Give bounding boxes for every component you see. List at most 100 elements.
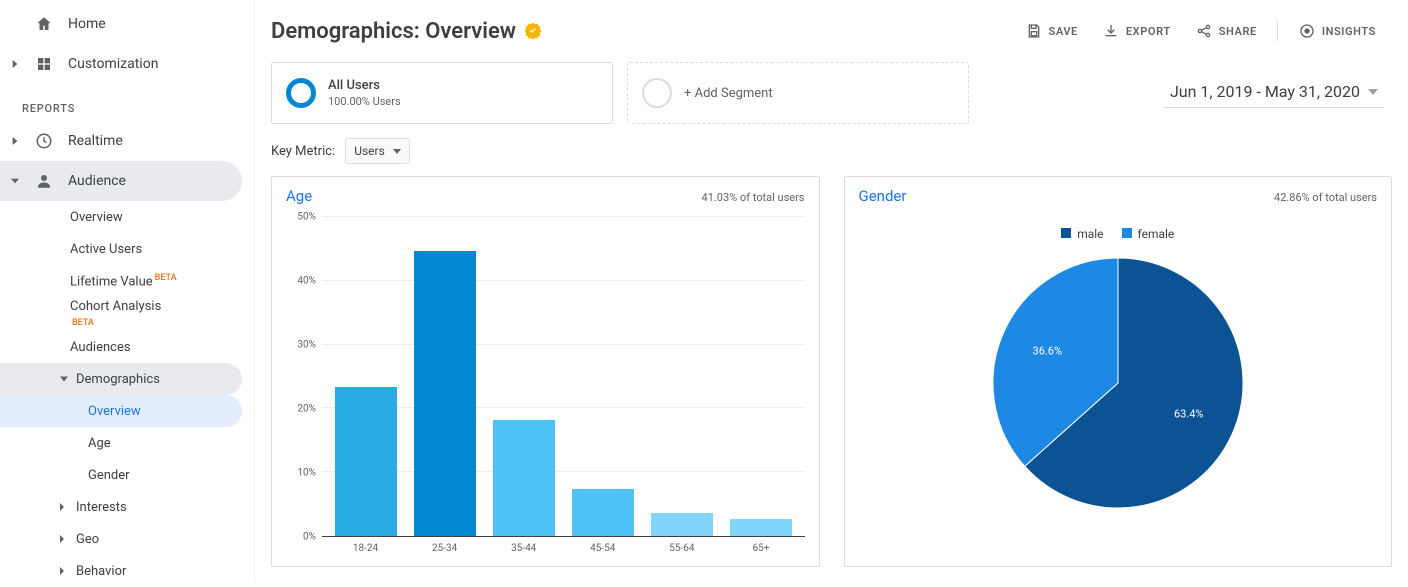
key-metric-row: Key Metric: Users xyxy=(255,128,1408,176)
sidebar-audience[interactable]: Audience xyxy=(0,161,242,201)
key-metric-value: Users xyxy=(354,144,385,158)
save-button[interactable]: SAVE xyxy=(1017,16,1086,46)
titlebar: Demographics: Overview SAVE EXPORT xyxy=(255,0,1408,46)
sidebar-item-demo-overview[interactable]: Overview xyxy=(0,395,242,427)
triangle-down-icon xyxy=(1368,89,1378,95)
sidebar-item-demographics[interactable]: Demographics xyxy=(0,363,242,395)
sidebar-realtime-label: Realtime xyxy=(68,133,254,149)
bar-45-54[interactable] xyxy=(572,489,634,536)
add-segment-button[interactable]: + Add Segment xyxy=(627,62,969,124)
audience-sublist: Overview Active Users Lifetime ValueBETA… xyxy=(0,201,254,587)
y-tick: 30% xyxy=(297,340,316,351)
age-chart: 0% 10% 20% 30% 40% 50% 18-24 25-34 35-44 45-54 55… xyxy=(272,205,819,566)
sidebar-item-demo-age[interactable]: Age xyxy=(0,427,254,459)
sidebar-item-interests[interactable]: Interests xyxy=(0,491,254,523)
clock-icon xyxy=(34,131,54,151)
sidebar-reports-label: REPORTS xyxy=(0,84,254,121)
share-button[interactable]: SHARE xyxy=(1187,16,1265,46)
swatch-male xyxy=(1061,228,1071,238)
sidebar-item-active-users[interactable]: Active Users xyxy=(0,233,254,265)
save-icon xyxy=(1025,22,1043,40)
key-metric-label: Key Metric: xyxy=(271,144,335,159)
add-segment-label: + Add Segment xyxy=(684,86,773,101)
date-range-picker[interactable]: Jun 1, 2019 - May 31, 2020 xyxy=(1164,78,1384,108)
segment-sub: 100.00% Users xyxy=(328,95,401,108)
x-label: 45-54 xyxy=(565,543,640,554)
share-label: SHARE xyxy=(1219,25,1257,38)
verified-icon xyxy=(524,22,542,40)
date-range-label: Jun 1, 2019 - May 31, 2020 xyxy=(1170,82,1360,101)
x-label: 18-24 xyxy=(328,543,403,554)
export-button[interactable]: EXPORT xyxy=(1094,16,1179,46)
save-label: SAVE xyxy=(1049,25,1078,38)
triangle-down-icon xyxy=(393,149,401,154)
customization-icon xyxy=(34,54,54,74)
export-label: EXPORT xyxy=(1126,25,1171,38)
segment-name: All Users xyxy=(328,78,401,93)
pie-chart: 63.4% 36.6% xyxy=(988,253,1248,513)
y-tick: 10% xyxy=(297,468,316,479)
person-icon xyxy=(34,171,54,191)
sidebar: Home Customization REPORTS Realtime xyxy=(0,0,255,583)
segment-row: All Users 100.00% Users + Add Segment Ju… xyxy=(255,46,1408,128)
age-title[interactable]: Age xyxy=(286,187,312,205)
y-tick: 0% xyxy=(303,532,316,543)
sidebar-item-lifetime-value[interactable]: Lifetime ValueBETA xyxy=(0,265,254,297)
panel-head: Gender 42.86% of total users xyxy=(845,177,1392,205)
sidebar-item-cohort[interactable]: Cohort Analysis BETA xyxy=(0,297,254,331)
sidebar-audience-label: Audience xyxy=(68,173,242,189)
y-tick: 40% xyxy=(297,276,316,287)
panel-head: Age 41.03% of total users xyxy=(272,177,819,205)
chevron-right-icon xyxy=(10,59,20,69)
x-label: 55-64 xyxy=(644,543,719,554)
chevron-right-icon xyxy=(10,136,20,146)
sidebar-item-geo[interactable]: Geo xyxy=(0,523,254,555)
sidebar-item-audiences[interactable]: Audiences xyxy=(0,331,254,363)
x-label: 25-34 xyxy=(407,543,482,554)
gender-legend: male female xyxy=(859,217,1378,253)
beta-badge: BETA xyxy=(155,273,177,283)
panels: Age 41.03% of total users 0% 10% 20% 30% 40%… xyxy=(255,176,1408,583)
main: Demographics: Overview SAVE EXPORT xyxy=(255,0,1408,583)
swatch-female xyxy=(1122,228,1132,238)
pie-label-female: 36.6% xyxy=(1032,344,1062,357)
chevron-down-icon xyxy=(10,176,20,186)
sidebar-customization-label: Customization xyxy=(68,56,254,72)
legend-male: male xyxy=(1061,227,1103,241)
sidebar-realtime[interactable]: Realtime xyxy=(0,121,254,161)
bar-18-24[interactable] xyxy=(335,387,397,536)
insights-label: INSIGHTS xyxy=(1322,25,1376,38)
sidebar-item-demo-gender[interactable]: Gender xyxy=(0,459,254,491)
insights-icon xyxy=(1298,22,1316,40)
legend-female: female xyxy=(1122,227,1175,241)
sidebar-item-behavior[interactable]: Behavior xyxy=(0,555,254,587)
insights-button[interactable]: INSIGHTS xyxy=(1290,16,1384,46)
y-tick: 50% xyxy=(297,212,316,223)
y-tick: 20% xyxy=(297,404,316,415)
bar-55-64[interactable] xyxy=(651,513,713,536)
sidebar-home-label: Home xyxy=(68,16,254,32)
age-panel: Age 41.03% of total users 0% 10% 20% 30% 40%… xyxy=(271,176,820,567)
beta-badge: BETA xyxy=(72,318,94,328)
sidebar-item-overview[interactable]: Overview xyxy=(0,201,254,233)
sidebar-customization[interactable]: Customization xyxy=(0,44,254,84)
segment-empty-circle-icon xyxy=(642,78,672,108)
segment-all-users[interactable]: All Users 100.00% Users xyxy=(271,62,613,124)
pie-label-male: 63.4% xyxy=(1174,408,1204,421)
gender-title[interactable]: Gender xyxy=(859,187,907,205)
bar-65+[interactable] xyxy=(730,519,792,536)
key-metric-select[interactable]: Users xyxy=(345,138,410,164)
share-icon xyxy=(1195,22,1213,40)
gender-chart: male female 63.4% 36.6% xyxy=(845,205,1392,566)
page-title: Demographics: Overview xyxy=(271,19,516,44)
segment-circle-icon xyxy=(286,78,316,108)
sidebar-home[interactable]: Home xyxy=(0,4,254,44)
gender-panel: Gender 42.86% of total users male female… xyxy=(844,176,1393,567)
bar-35-44[interactable] xyxy=(493,420,555,536)
age-subtitle: 41.03% of total users xyxy=(702,191,805,204)
x-label: 35-44 xyxy=(486,543,561,554)
separator xyxy=(1277,21,1278,41)
bar-25-34[interactable] xyxy=(414,251,476,536)
gender-subtitle: 42.86% of total users xyxy=(1274,191,1377,204)
home-icon xyxy=(34,14,54,34)
